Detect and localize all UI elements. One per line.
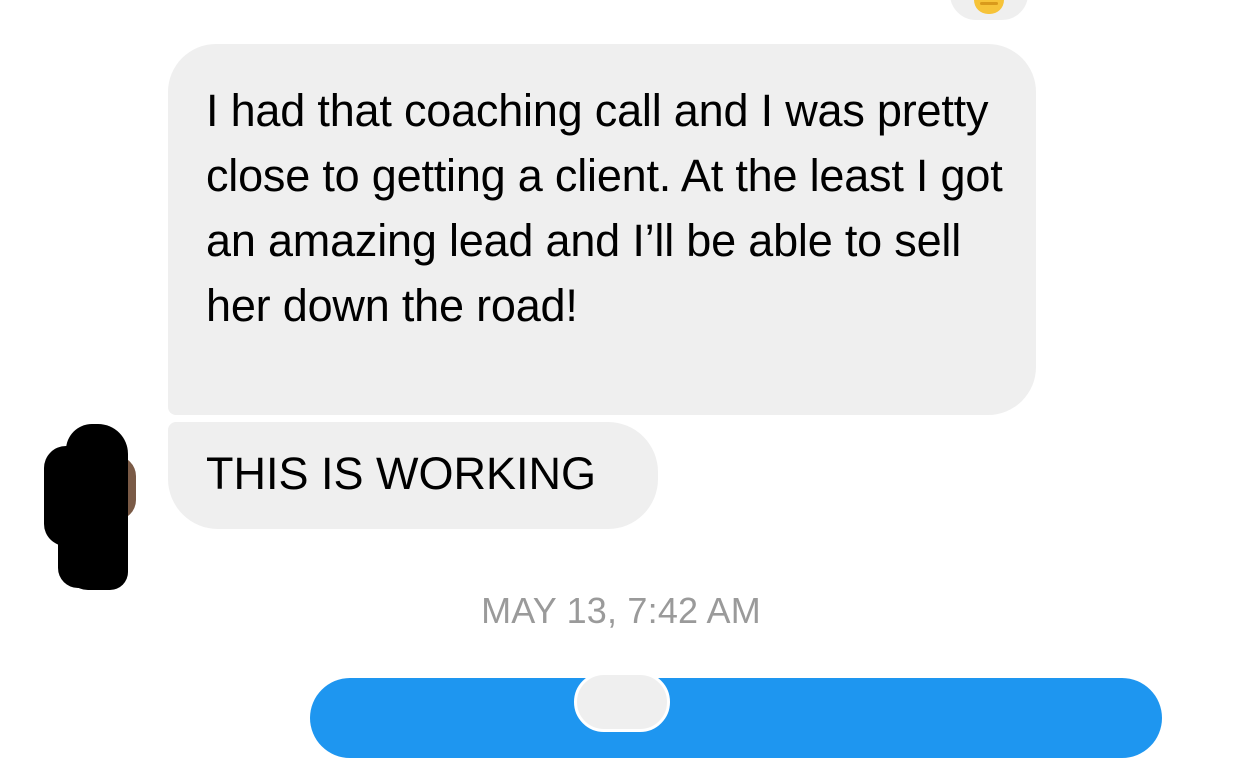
message-text: THIS IS WORKING <box>206 448 597 499</box>
incoming-message-bubble[interactable]: THIS IS WORKING <box>168 422 658 529</box>
message-reaction[interactable] <box>574 672 670 732</box>
message-reaction[interactable] <box>948 0 1030 22</box>
hand-emoji-icon <box>974 0 1004 14</box>
redaction-mark <box>58 500 110 588</box>
message-timestamp: MAY 13, 7:42 AM <box>481 590 761 631</box>
incoming-message-bubble[interactable]: I had that coaching call and I was prett… <box>168 44 1036 415</box>
message-text: I had that coaching call and I was prett… <box>206 85 1003 331</box>
outgoing-message-bubble[interactable] <box>310 678 1162 758</box>
